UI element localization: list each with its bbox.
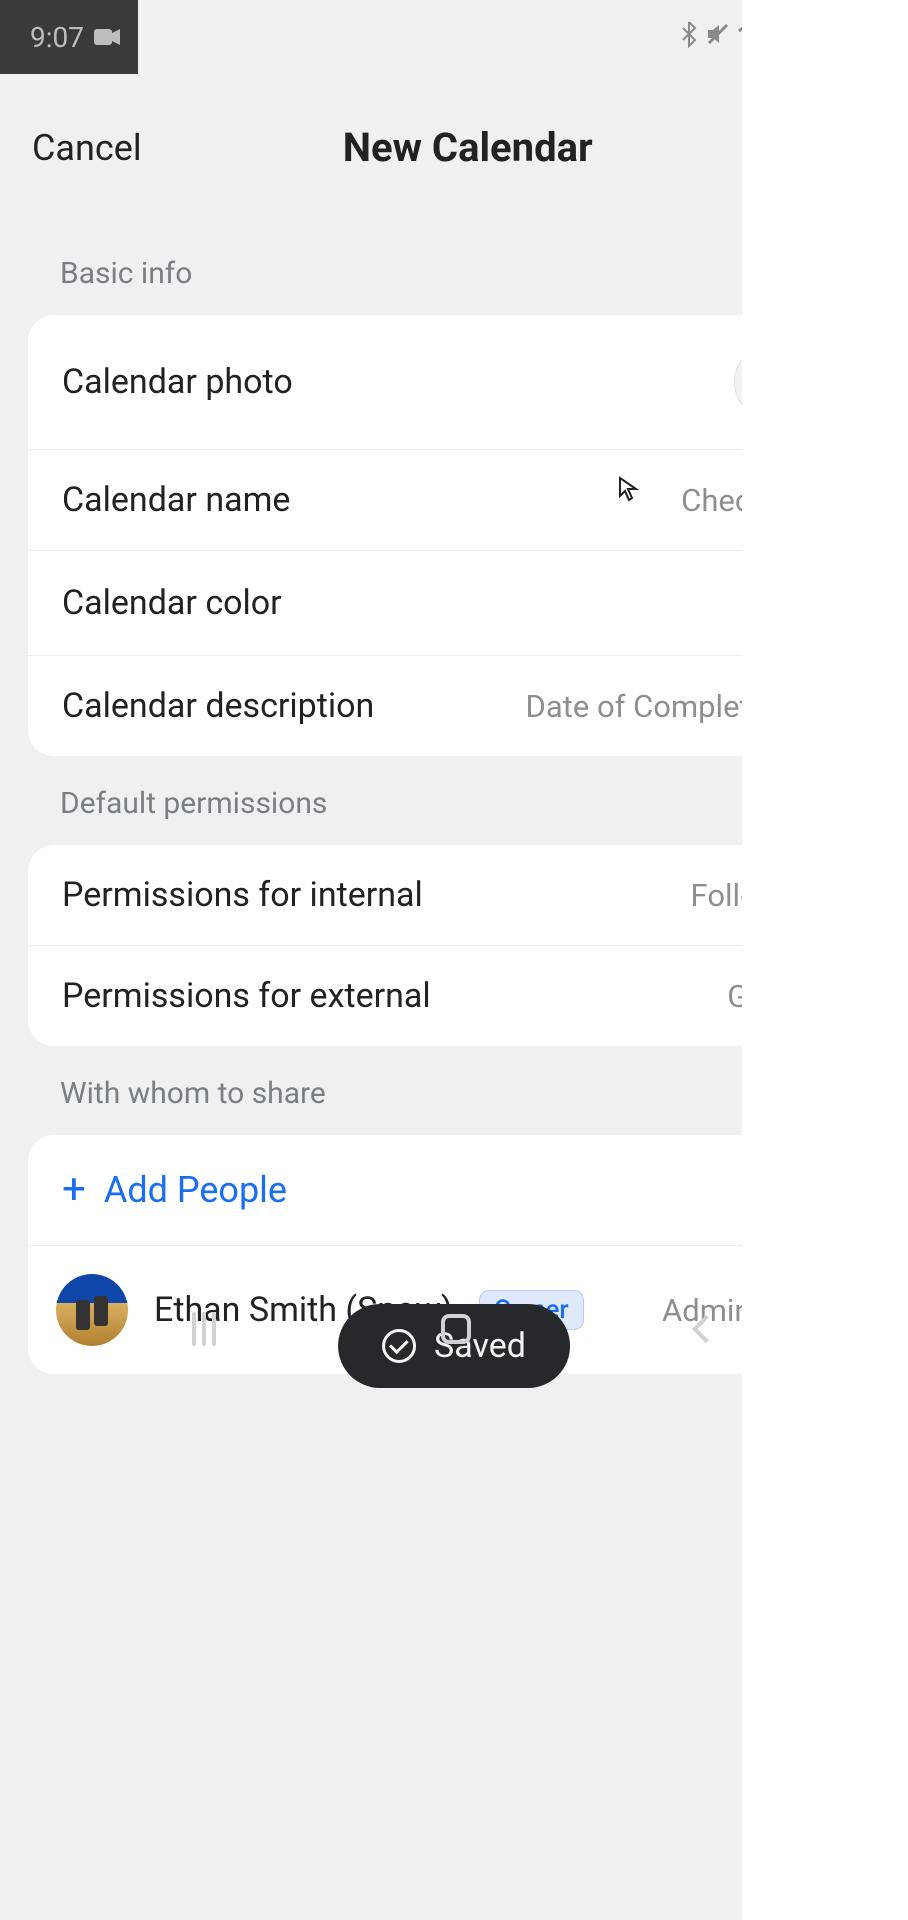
status-time: 9:07: [30, 21, 84, 54]
bluetooth-icon: [679, 20, 699, 55]
permissions-external-label: Permissions for external: [62, 976, 431, 1016]
mute-icon: [705, 21, 731, 54]
calendar-description-label: Calendar description: [62, 686, 374, 726]
calendar-color-label: Calendar color: [62, 583, 282, 623]
nav-home-button[interactable]: [441, 1314, 471, 1344]
calendar-name-label: Calendar name: [62, 480, 290, 520]
plus-icon: +: [62, 1169, 86, 1211]
add-people-label: Add People: [104, 1169, 287, 1211]
screen-record-icon: [94, 21, 122, 54]
cancel-button[interactable]: Cancel: [32, 127, 142, 169]
page-title: New Calendar: [343, 124, 593, 171]
decorative-side-strip: [742, 0, 908, 1920]
status-left: 9:07: [0, 0, 138, 74]
nav-recent-button[interactable]: [192, 1312, 216, 1346]
nav-back-button[interactable]: [691, 1315, 719, 1343]
permissions-internal-label: Permissions for internal: [62, 875, 423, 915]
calendar-photo-label: Calendar photo: [62, 362, 293, 402]
